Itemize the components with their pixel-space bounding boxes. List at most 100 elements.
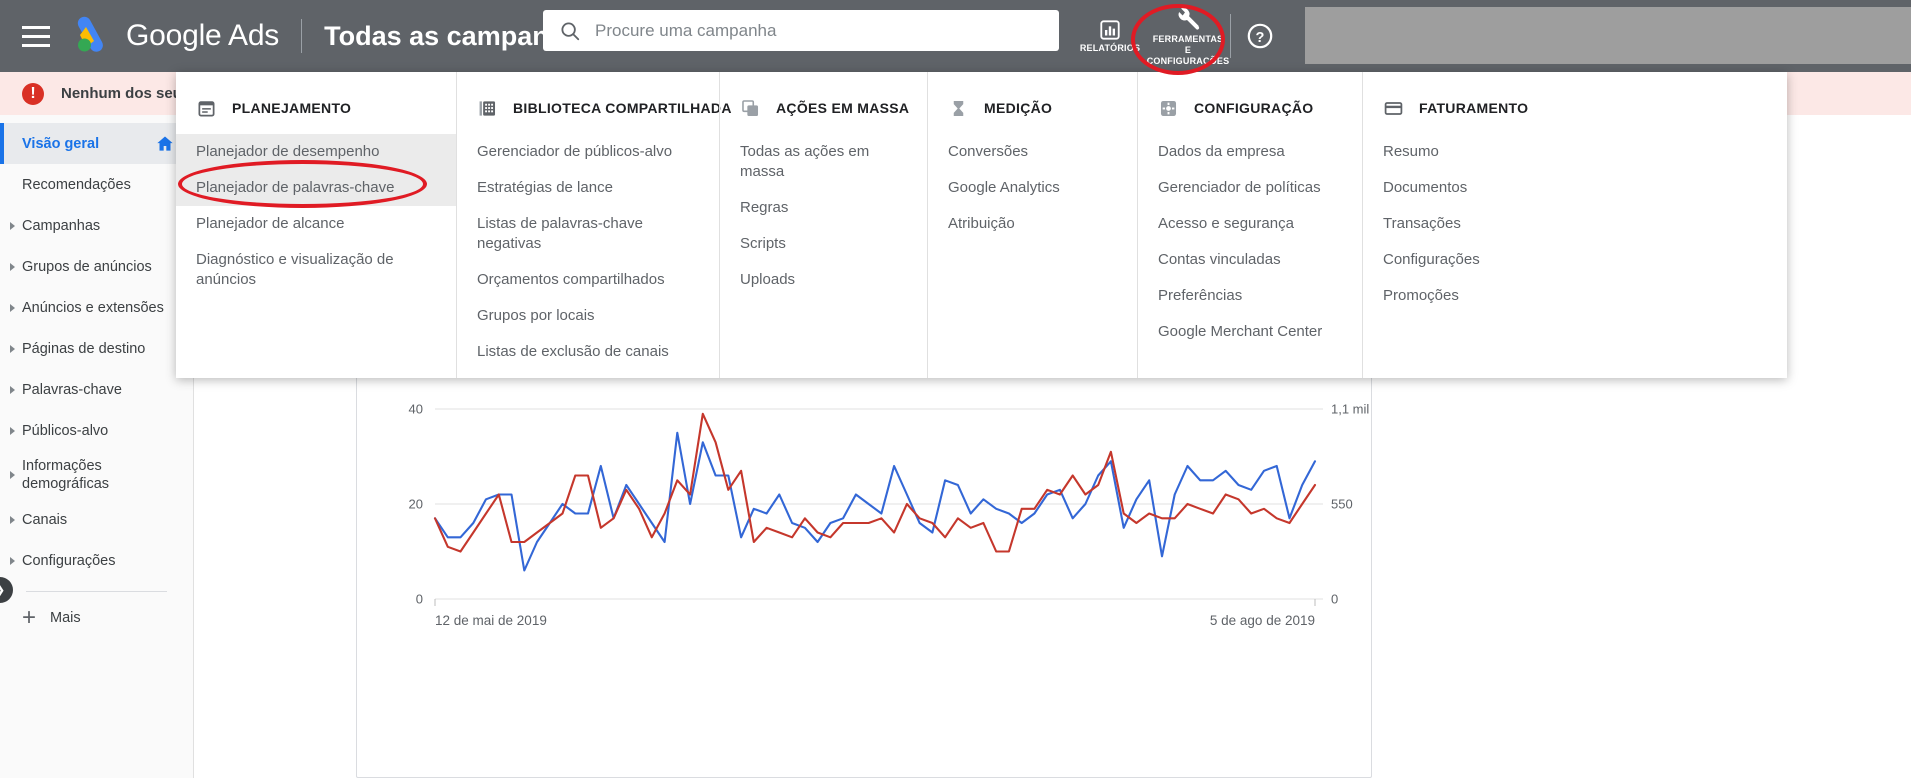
menu-item-preferencias[interactable]: Preferências (1138, 278, 1362, 314)
sidebar-item-anuncios-e-extensoes[interactable]: Anúncios e extensões (0, 287, 193, 328)
menu-column-biblioteca-compartilhada: BIBLIOTECA COMPARTILHADA Gerenciador de … (456, 72, 731, 378)
menu-column-header: PLANEJAMENTO (176, 98, 456, 118)
help-button[interactable]: ? (1231, 0, 1289, 72)
google-ads-logo-group[interactable]: Google Ads (72, 16, 279, 56)
sidebar-item-label: Canais (22, 511, 68, 528)
sidebar-item-label: Campanhas (22, 217, 101, 234)
menu-column-title: PLANEJAMENTO (232, 100, 352, 116)
reports-button[interactable]: RELATÓRIOS (1075, 0, 1145, 72)
sidebar-item-mais[interactable]: + Mais (0, 600, 193, 636)
wrench-icon (1178, 7, 1200, 30)
menu-item-resumo[interactable]: Resumo (1363, 134, 1592, 170)
chevron-right-icon (10, 471, 15, 479)
sidebar-item-canais[interactable]: Canais (0, 499, 193, 540)
sidebar-item-paginas-de-destino[interactable]: Páginas de destino (0, 328, 193, 369)
menu-item-conversoes[interactable]: Conversões (928, 134, 1137, 170)
menu-item-transacoes[interactable]: Transações (1363, 206, 1592, 242)
y-axis-right-tick: 1,1 mil (1331, 402, 1369, 417)
menu-column-title: CONFIGURAÇÃO (1194, 100, 1314, 116)
menu-column-title: AÇÕES EM MASSA (776, 100, 910, 116)
sidebar-item-palavras-chave[interactable]: Palavras-chave (0, 369, 193, 410)
chevron-right-icon (10, 344, 15, 353)
svg-text:?: ? (1256, 30, 1265, 46)
account-placeholder[interactable] (1305, 7, 1911, 64)
x-axis-tick-label: 12 de mai de 2019 (435, 613, 547, 628)
menu-item-google-merchant-center[interactable]: Google Merchant Center (1138, 314, 1362, 350)
menu-item-regras[interactable]: Regras (720, 190, 927, 226)
gear-icon (1158, 98, 1178, 118)
sidebar-item-configuracoes[interactable]: Configurações (0, 540, 193, 581)
menu-column-title: MEDIÇÃO (984, 100, 1053, 116)
menu-item-listas-de-palavras-chave-negativas[interactable]: Listas de palavras-chave negativas (457, 206, 719, 262)
sidebar-item-recomendacoes[interactable]: Recomendações (0, 164, 193, 205)
y-axis-right-tick: 550 (1331, 497, 1353, 512)
sidebar-item-label: Públicos-alvo (22, 422, 109, 439)
menu-item-acesso-e-seguranca[interactable]: Acesso e segurança (1138, 206, 1362, 242)
sidebar-item-label: Visão geral (22, 135, 100, 152)
clipboard-icon (196, 98, 216, 118)
menu-item-gerenciador-de-politicas[interactable]: Gerenciador de políticas (1138, 170, 1362, 206)
menu-item-estrategias-de-lance[interactable]: Estratégias de lance (457, 170, 719, 206)
menu-item-todas-as-acoes-em-massa[interactable]: Todas as ações em massa (720, 134, 927, 190)
tools-and-settings-menu: PLANEJAMENTO Planejador de desempenho Pl… (176, 72, 1787, 378)
sidebar-item-grupos-de-anuncios[interactable]: Grupos de anúncios (0, 246, 193, 287)
menu-item-gerenciador-de-publicos-alvo[interactable]: Gerenciador de públicos-alvo (457, 134, 719, 170)
menu-item-planejador-de-palavras-chave[interactable]: Planejador de palavras-chave (176, 170, 456, 206)
menu-item-atribuicao[interactable]: Atribuição (928, 206, 1137, 242)
tools-label-line1: FERRAMENTAS (1152, 33, 1224, 44)
menu-column-medicao: MEDIÇÃO Conversões Google Analytics Atri… (927, 72, 1137, 378)
left-sidebar: Visão geral Recomendações Campanhas Grup… (0, 115, 194, 778)
y-axis-left-tick: 40 (409, 402, 423, 417)
sidebar-item-informacoes-demograficas[interactable]: Informações demográficas (0, 451, 193, 499)
sidebar-item-label: Configurações (22, 552, 116, 569)
plus-icon: + (21, 604, 36, 631)
sidebar-item-label: Páginas de destino (22, 340, 146, 357)
menu-column-title: FATURAMENTO (1419, 100, 1529, 116)
menu-item-google-analytics[interactable]: Google Analytics (928, 170, 1137, 206)
menu-item-listas-de-exclusao-de-canais[interactable]: Listas de exclusão de canais (457, 334, 719, 370)
error-circle-icon: ! (22, 82, 44, 105)
sidebar-item-label: Grupos de anúncios (22, 258, 152, 275)
menu-column-configuracao: CONFIGURAÇÃO Dados da empresa Gerenciado… (1137, 72, 1362, 378)
sidebar-item-label: Palavras-chave (22, 381, 122, 398)
tools-and-settings-button[interactable]: FERRAMENTAS E CONFIGURAÇÕES (1145, 0, 1231, 72)
performance-line-chart: 0 20 40 0 550 1,1 mil 12 de mai de 2019 5 de ag… (409, 402, 1370, 629)
menu-item-planejador-de-desempenho[interactable]: Planejador de desempenho (176, 134, 456, 170)
search-icon (561, 21, 580, 40)
menu-item-diagnostico-e-visualizacao-de-anuncios[interactable]: Diagnóstico e visualização de anúncios (176, 242, 456, 298)
menu-item-planejador-de-alcance[interactable]: Planejador de alcance (176, 206, 456, 242)
sidebar-divider (26, 591, 167, 592)
brand-name: Google Ads (126, 19, 280, 52)
chart-series-line (433, 412, 1317, 553)
menu-item-contas-vinculadas[interactable]: Contas vinculadas (1138, 242, 1362, 278)
menu-item-uploads[interactable]: Uploads (720, 262, 927, 298)
menu-item-dados-da-empresa[interactable]: Dados da empresa (1138, 134, 1362, 170)
chevron-right-icon (10, 221, 15, 230)
chevron-right-icon (10, 385, 15, 394)
menu-item-orcamentos-compartilhados[interactable]: Orçamentos compartilhados (457, 262, 719, 298)
sidebar-item-label: Recomendações (22, 176, 131, 193)
menu-item-grupos-por-locais[interactable]: Grupos por locais (457, 298, 719, 334)
menu-item-configuracoes[interactable]: Configurações (1363, 242, 1592, 278)
menu-column-header: FATURAMENTO (1363, 98, 1592, 118)
hamburger-menu-icon[interactable] (22, 21, 52, 51)
chevron-right-icon: ❯ (0, 582, 5, 598)
sidebar-item-campanhas[interactable]: Campanhas (0, 205, 193, 246)
menu-item-promocoes[interactable]: Promoções (1363, 278, 1592, 314)
menu-column-header: AÇÕES EM MASSA (720, 98, 927, 118)
menu-item-scripts[interactable]: Scripts (720, 226, 927, 262)
menu-column-header: CONFIGURAÇÃO (1138, 98, 1362, 118)
menu-column-faturamento: FATURAMENTO Resumo Documentos Transações… (1362, 72, 1592, 378)
search-input[interactable] (595, 20, 1025, 41)
menu-item-documentos[interactable]: Documentos (1363, 170, 1592, 206)
menu-column-header: MEDIÇÃO (928, 98, 1137, 118)
sidebar-item-publicos-alvo[interactable]: Públicos-alvo (0, 410, 193, 451)
sidebar-item-label: Anúncios e extensões (22, 299, 164, 316)
chevron-right-icon (10, 426, 15, 435)
top-app-bar: Google Ads Todas as campanhas RELATÓRIOS (0, 0, 1911, 72)
y-axis-left-tick: 20 (409, 497, 423, 512)
search-bar[interactable] (543, 10, 1059, 51)
y-axis-right-tick: 0 (1331, 592, 1338, 607)
sidebar-item-visao-geral[interactable]: Visão geral (0, 123, 193, 164)
google-ads-logo-icon (77, 16, 103, 52)
